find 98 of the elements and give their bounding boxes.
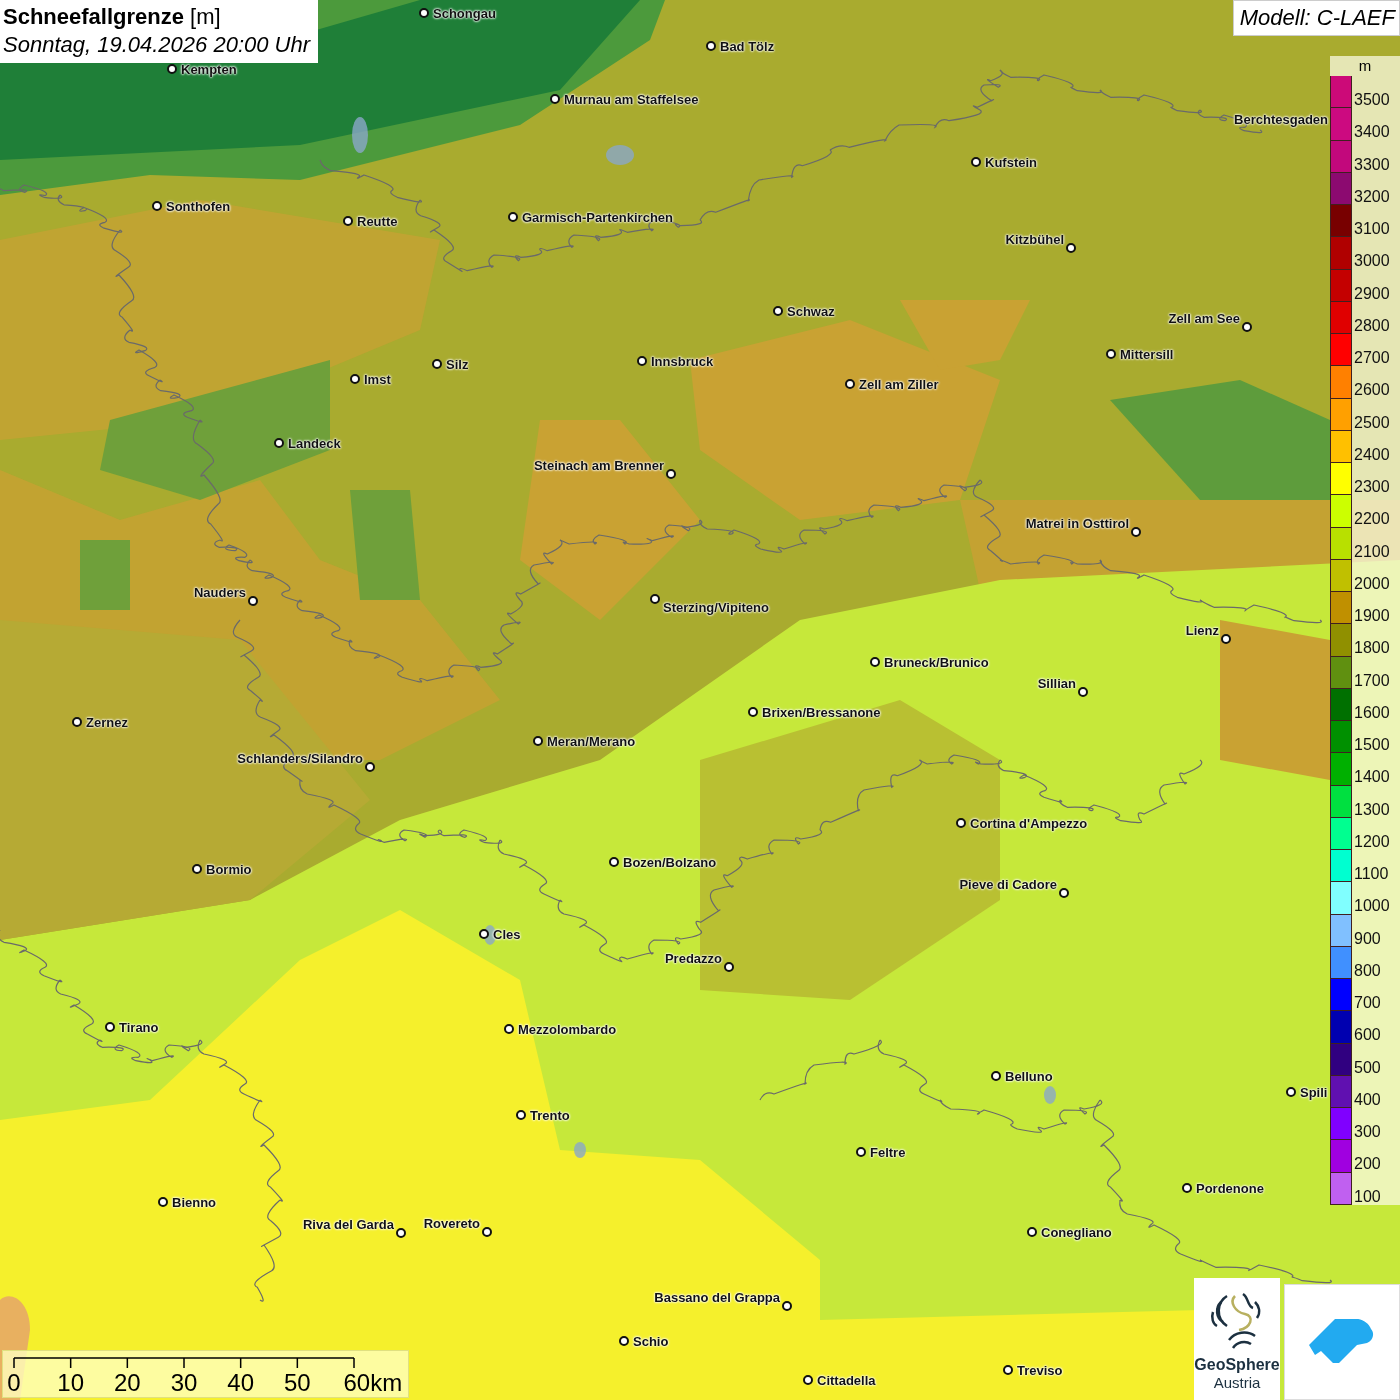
legend-unit: m: [1357, 56, 1373, 76]
legend-label: 200: [1354, 1156, 1381, 1173]
legend-label: 3000: [1354, 253, 1390, 270]
legend-label: 2300: [1354, 479, 1390, 495]
legend-label: 1000: [1354, 898, 1390, 915]
legend-label: 2800: [1354, 317, 1390, 334]
place-label: Schio: [633, 1334, 669, 1349]
legend-label: 300: [1354, 1124, 1381, 1140]
legend-label: 2100: [1354, 543, 1390, 560]
place-label: Matrei in Osttirol: [1025, 516, 1129, 531]
place-label: Silz: [446, 357, 469, 372]
map-title: Schneefallgrenze [m]: [3, 3, 222, 31]
legend-label: 1400: [1354, 769, 1390, 786]
place-label: Imst: [364, 372, 391, 387]
place-label: Meran/Merano: [547, 734, 636, 749]
place-label: Steinach am Brenner: [533, 458, 664, 473]
place-label: Mezzolombardo: [518, 1022, 617, 1037]
legend-label: 2000: [1354, 575, 1390, 592]
legend-label: 2400: [1354, 446, 1390, 463]
place-label: Schlanders/Silandro: [237, 751, 363, 766]
place-label: Zell am See: [1168, 311, 1240, 326]
legend-label: 3400: [1354, 124, 1390, 141]
place-label: Reutte: [357, 214, 398, 229]
legend-label: 1100: [1354, 866, 1389, 882]
map-date: Sonntag, 19.04.2026 20:00 Uhr: [3, 31, 311, 59]
legend-label: 2600: [1354, 382, 1390, 399]
place-label: Feltre: [870, 1145, 906, 1160]
scale-label: 20: [114, 1371, 141, 1395]
place-label: Treviso: [1017, 1363, 1063, 1378]
place-label: Bad Tölz: [720, 39, 775, 54]
place-label: Rovereto: [423, 1216, 480, 1231]
place-label: Trento: [530, 1108, 570, 1123]
legend-label: 3100: [1354, 221, 1390, 237]
place-label: Belluno: [1005, 1069, 1053, 1084]
scale-label: 10: [57, 1371, 84, 1395]
place-label: Cittadella: [817, 1373, 876, 1388]
legend-label: 900: [1354, 930, 1381, 947]
legend-label: 500: [1354, 1059, 1381, 1076]
legend-label: 1600: [1354, 704, 1390, 721]
place-label: Sonthofen: [166, 199, 231, 214]
place-label: Nauders: [193, 585, 246, 600]
legend-label: 800: [1354, 962, 1381, 979]
place-label: Tirano: [119, 1020, 159, 1035]
scale-label: 50: [284, 1371, 311, 1395]
place-label: Cles: [493, 927, 521, 942]
legend-label: 2900: [1354, 285, 1390, 302]
place-label: Zernez: [86, 715, 128, 730]
place-label: Murnau am Staffelsee: [564, 92, 699, 107]
place-label: Brixen/Bressanone: [762, 705, 881, 720]
scale-label: 0: [7, 1371, 21, 1395]
place-label: Sterzing/Vipiteno: [663, 600, 769, 615]
place-label: Cortina d'Ampezzo: [970, 816, 1088, 831]
place-label: Lienz: [1185, 623, 1219, 638]
place-label: Kempten: [181, 62, 237, 77]
legend-label: 1800: [1354, 640, 1390, 657]
legend-label: 600: [1354, 1027, 1381, 1044]
model-name: Modell: C-LAEF: [1239, 5, 1395, 30]
place-label: Conegliano: [1041, 1225, 1112, 1240]
legend-label: 3200: [1354, 188, 1390, 205]
place-label: Schwaz: [787, 304, 835, 319]
place-label: Bienno: [172, 1195, 217, 1210]
place-label: Garmisch-Partenkirchen: [522, 210, 673, 225]
place-label: Bormio: [206, 862, 252, 877]
legend-label: 1700: [1354, 672, 1390, 689]
place-label: Pieve di Cadore: [959, 877, 1057, 892]
legend-label: 100: [1354, 1188, 1381, 1205]
place-label: Zell am Ziller: [859, 377, 939, 392]
logo-name: GeoSphere: [1194, 1356, 1280, 1374]
legend-label: 3500: [1354, 92, 1390, 108]
legend-label: 1900: [1354, 608, 1390, 624]
place-label: Spili: [1300, 1085, 1328, 1100]
legend-label: 1300: [1354, 801, 1390, 818]
place-label: Bozen/Bolzano: [623, 855, 717, 870]
scale-label: 30: [170, 1371, 198, 1395]
legend-label: 700: [1354, 995, 1381, 1011]
scale-label: 40: [227, 1371, 254, 1395]
place-label: Kufstein: [985, 155, 1037, 170]
place-label: Bassano del Grappa: [654, 1290, 780, 1305]
legend-label: 2200: [1354, 511, 1390, 528]
place-label: Predazzo: [664, 951, 722, 966]
legend-label: 400: [1354, 1091, 1381, 1108]
place-label: Innsbruck: [651, 354, 714, 369]
logo-subtitle: Austria: [1213, 1374, 1261, 1391]
place-label: Berchtesgaden: [1234, 112, 1328, 127]
place-label: Bruneck/Brunico: [884, 655, 989, 670]
place-label: Riva del Garda: [302, 1217, 394, 1232]
legend-label: 1200: [1354, 833, 1390, 850]
place-label: Landeck: [288, 436, 341, 451]
place-label: Mittersill: [1120, 347, 1174, 362]
legend-label: 2700: [1354, 350, 1390, 366]
legend-label: 2500: [1354, 414, 1390, 431]
scale-label: 60km: [343, 1371, 403, 1395]
place-label: Pordenone: [1196, 1181, 1264, 1196]
legend-label: 1500: [1354, 737, 1390, 753]
legend-label: 3300: [1354, 156, 1390, 173]
place-label: Schongau: [433, 6, 496, 21]
place-label: Sillian: [1037, 676, 1076, 691]
place-label: Kitzbühel: [1005, 232, 1064, 247]
